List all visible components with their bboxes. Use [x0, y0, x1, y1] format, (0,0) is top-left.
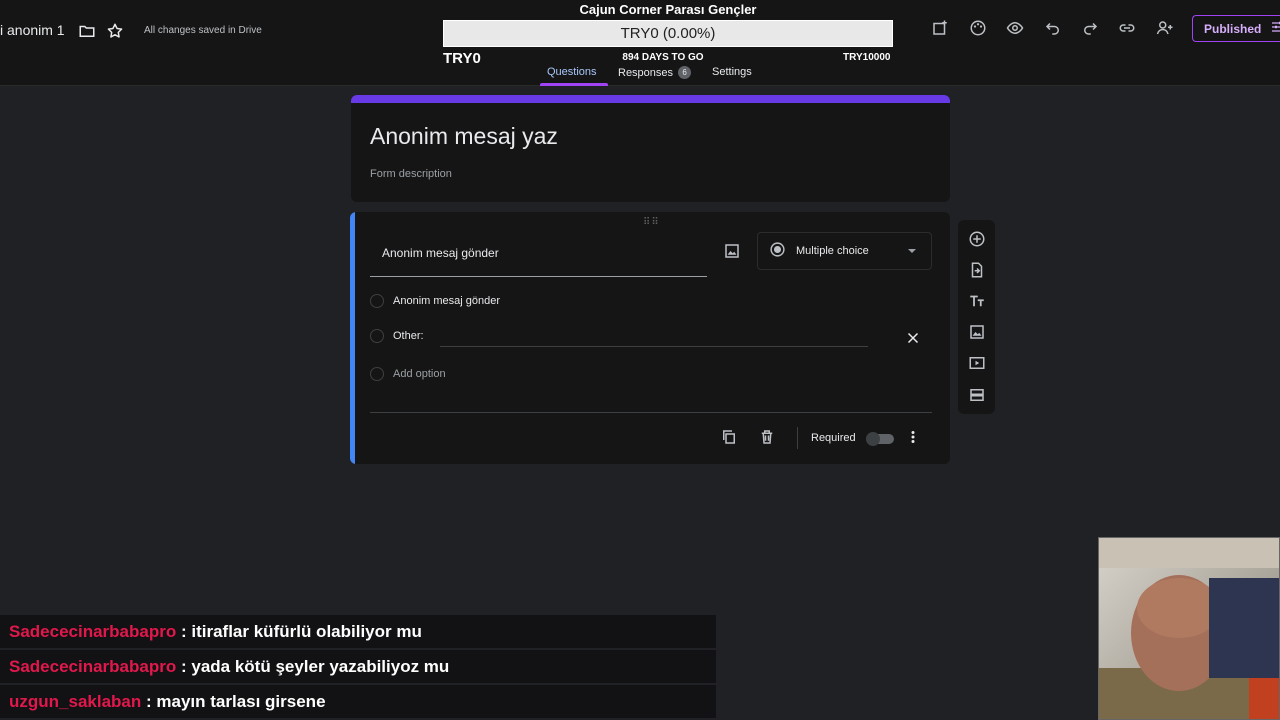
- option-label[interactable]: Anonim mesaj gönder: [393, 295, 500, 307]
- redo-icon[interactable]: [1080, 18, 1100, 38]
- radio-button-icon: [769, 241, 786, 261]
- add-option-radio: [370, 367, 384, 381]
- chat-text: : itiraflar küfürlü olabiliyor mu: [180, 621, 422, 641]
- footer-vertical-divider: [797, 427, 798, 449]
- form-accent-bar: [351, 95, 950, 103]
- tune-icon: [1270, 19, 1280, 38]
- folder-icon[interactable]: [77, 21, 97, 41]
- add-video-icon[interactable]: [967, 353, 987, 373]
- footer-divider: [370, 412, 932, 413]
- link-icon[interactable]: [1117, 18, 1137, 38]
- side-toolbar: [958, 220, 995, 414]
- tab-responses-label: Responses: [618, 67, 674, 79]
- goal-max-label: TRY10000: [843, 52, 891, 63]
- goal-days-label: 894 DAYS TO GO: [622, 52, 704, 63]
- responses-count-badge: 6: [678, 66, 692, 79]
- chat-username: Sadececinarbabapro: [9, 621, 177, 641]
- add-image-icon[interactable]: [967, 322, 987, 342]
- other-label: Other:: [393, 330, 424, 342]
- published-button[interactable]: Published: [1192, 15, 1280, 42]
- other-option[interactable]: Other:: [370, 329, 424, 343]
- tab-questions[interactable]: Questions: [547, 66, 597, 78]
- other-radio: [370, 329, 384, 343]
- addon-icon[interactable]: [930, 18, 950, 38]
- tab-settings[interactable]: Settings: [712, 66, 752, 78]
- chat-username: uzgun_saklaban: [9, 691, 142, 711]
- required-toggle[interactable]: [866, 432, 894, 446]
- form-title[interactable]: Anonim mesaj yaz: [370, 123, 558, 150]
- add-option-label[interactable]: Add option: [393, 368, 446, 380]
- duplicate-icon[interactable]: [719, 427, 739, 447]
- question-type-label: Multiple choice: [796, 245, 869, 257]
- close-icon[interactable]: [903, 328, 923, 348]
- top-bar: i anonim 1 All changes saved in Drive Ca…: [0, 0, 1280, 86]
- add-title-icon[interactable]: [967, 291, 987, 311]
- chat-text: : yada kötü şeyler yazabiliyoz mu: [180, 656, 450, 676]
- question-type-select[interactable]: Multiple choice: [757, 232, 932, 270]
- add-question-icon[interactable]: [967, 229, 987, 249]
- save-status: All changes saved in Drive: [144, 25, 262, 36]
- chat-message: Sadececinarbabapro : itiraflar küfürlü o…: [0, 615, 716, 648]
- undo-icon[interactable]: [1043, 18, 1063, 38]
- required-label: Required: [811, 432, 856, 444]
- published-label: Published: [1204, 21, 1262, 36]
- add-image-icon[interactable]: [722, 241, 742, 261]
- question-card[interactable]: ⠿⠿ Anonim mesaj gönder Multiple choice A…: [350, 212, 950, 464]
- star-icon[interactable]: [105, 21, 125, 41]
- question-title-underline: [370, 276, 707, 277]
- tab-responses[interactable]: Responses 6: [618, 66, 692, 79]
- form-header-card: Anonim mesaj yaz Form description: [351, 95, 950, 202]
- question-focus-indicator: [350, 212, 355, 464]
- option-item[interactable]: Anonim mesaj gönder: [370, 294, 500, 308]
- chat-message: Sadececinarbabapro : yada kötü şeyler ya…: [0, 650, 716, 683]
- active-tab-indicator: [540, 83, 608, 86]
- palette-icon[interactable]: [968, 18, 988, 38]
- toggle-knob: [866, 432, 880, 446]
- delete-trash-icon[interactable]: [757, 427, 777, 447]
- webcam-feed: [1098, 537, 1280, 720]
- goal-progress-bar: TRY0 (0.00%): [443, 20, 893, 47]
- chat-message: uzgun_saklaban : mayın tarlası girsene: [0, 685, 716, 718]
- chat-text: : mayın tarlası girsene: [146, 691, 326, 711]
- chevron-down-icon: [908, 249, 916, 253]
- goal-progress-text: TRY0 (0.00%): [620, 25, 716, 42]
- add-section-icon[interactable]: [967, 385, 987, 405]
- other-input-line: [440, 346, 868, 347]
- chat-username: Sadececinarbabapro: [9, 656, 177, 676]
- more-vert-icon[interactable]: [903, 427, 923, 447]
- import-questions-icon[interactable]: [967, 260, 987, 280]
- goal-title: Cajun Corner Parası Gençler: [579, 2, 757, 17]
- add-option[interactable]: Add option: [370, 367, 446, 381]
- drag-handle-icon[interactable]: ⠿⠿: [643, 217, 660, 228]
- question-title-input[interactable]: Anonim mesaj gönder: [382, 246, 499, 260]
- preview-eye-icon[interactable]: [1005, 18, 1025, 38]
- option-radio: [370, 294, 384, 308]
- form-description-field[interactable]: Form description: [370, 168, 452, 180]
- add-collaborator-icon[interactable]: [1155, 18, 1175, 38]
- stream-chat-overlay: Sadececinarbabapro : itiraflar küfürlü o…: [0, 615, 716, 720]
- document-title[interactable]: i anonim 1: [0, 22, 65, 38]
